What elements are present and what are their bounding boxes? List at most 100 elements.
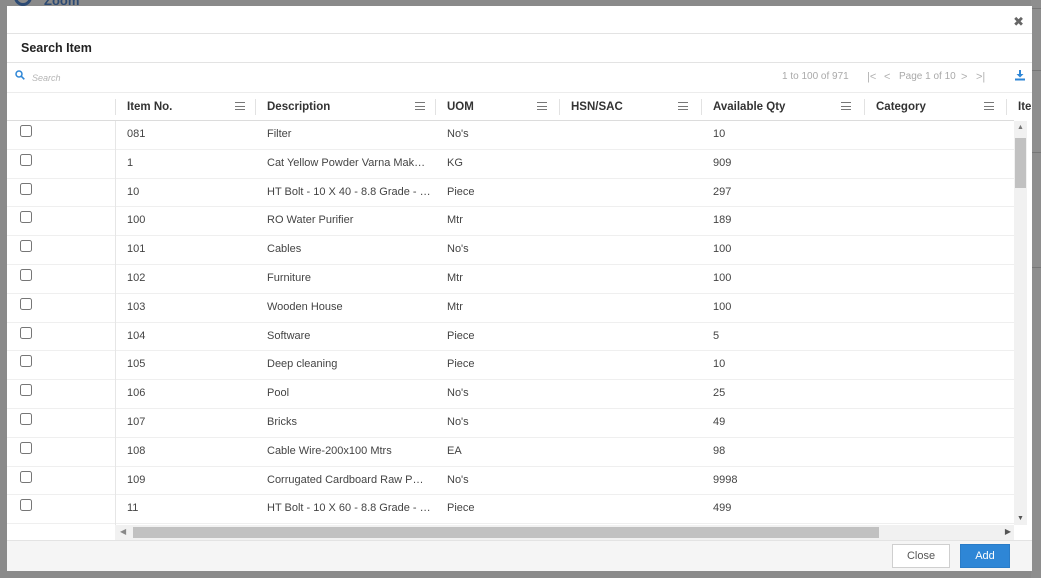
column-menu-icon[interactable] [235,102,245,110]
cell-uom: No's [447,415,469,428]
col-header-hsn-sac[interactable]: HSN/SAC [571,93,701,121]
cell-item-no: 1 [127,156,134,169]
cell-qty: 5 [713,329,720,342]
column-menu-icon[interactable] [537,102,547,110]
cell-description: HT Bolt - 10 X 60 - 8.8 Grade - … [267,502,431,515]
row-checkbox[interactable] [20,125,32,137]
close-button[interactable]: Close [892,544,950,568]
table-row[interactable]: 103 Wooden House Mtr 100 [7,294,1014,323]
row-checkbox[interactable] [20,297,32,310]
column-menu-icon[interactable] [678,102,688,110]
row-checkbox[interactable] [20,153,32,166]
cell-qty: 189 [713,214,732,227]
row-checkbox[interactable] [20,211,32,224]
cell-qty: 297 [713,185,732,198]
cell-description: Wooden House [267,300,343,313]
table-row[interactable]: 105 Deep cleaning Piece 10 [7,351,1014,381]
table-row[interactable]: 11 HT Bolt - 10 X 60 - 8.8 Grade - … Piece… [7,495,1014,525]
last-page-button[interactable]: >| [976,71,985,83]
row-checkbox[interactable] [20,182,32,195]
scroll-down-icon[interactable]: ▼ [1017,515,1024,522]
cell-item-no: 11 [127,502,139,515]
table-row[interactable]: 081 Filter No's 10 [7,121,1014,150]
cell-description: RO Water Purifier [267,214,354,227]
col-header-more[interactable]: Ite [1018,93,1032,121]
cell-description: Bricks [267,415,297,428]
table-row[interactable]: 1 Cat Yellow Powder Varna Mak… KG 909 [7,150,1014,179]
cell-item-no: 109 [127,473,146,486]
row-checkbox[interactable] [20,355,32,368]
vertical-scrollbar[interactable]: ▲ ▼ [1014,121,1027,525]
col-label: Category [876,101,926,113]
cell-description: Cables [267,243,302,256]
table-row[interactable]: 106 Pool No's 25 [7,380,1014,409]
column-menu-icon[interactable] [415,102,425,110]
horizontal-scroll-thumb[interactable] [133,527,879,538]
cell-item-no: 103 [127,300,146,313]
col-label: HSN/SAC [571,101,623,113]
cell-item-no: 105 [127,358,146,371]
table-row[interactable]: 100 RO Water Purifier Mtr 189 [7,207,1014,237]
cell-qty: 49 [713,415,726,428]
col-header-description[interactable]: Description [267,93,435,121]
scroll-right-icon[interactable]: ▶ [1005,527,1011,536]
search-item-dialog: ✖ Search Item 1 to 100 of 971 |< < Page … [7,6,1032,571]
cell-item-no: 101 [127,243,146,256]
close-icon[interactable]: ✖ [1013,14,1024,30]
cell-description: Cable Wire-200x100 Mtrs [267,444,392,457]
cell-qty: 98 [713,444,726,457]
vertical-scroll-thumb[interactable] [1015,138,1026,188]
scroll-up-icon[interactable]: ▲ [1017,124,1024,131]
first-page-button[interactable]: |< [867,71,876,83]
cell-qty: 9998 [713,473,738,486]
download-icon[interactable] [1014,69,1026,81]
cell-item-no: 106 [127,387,146,400]
grid-toolbar: 1 to 100 of 971 |< < Page 1 of 10 > >| [7,63,1032,93]
prev-page-button[interactable]: < [884,71,890,83]
next-page-button[interactable]: > [961,71,967,83]
search-input[interactable] [32,69,332,87]
table-row[interactable]: 104 Software Piece 5 [7,323,1014,352]
backdrop-panel [1031,0,1041,578]
cell-qty: 100 [713,243,732,256]
cell-qty: 100 [713,300,732,313]
items-grid: Item No. Description UOM HSN/SAC Availab… [7,93,1032,540]
cell-item-no: 107 [127,415,146,428]
table-row[interactable]: 108 Cable Wire-200x100 Mtrs EA 98 [7,438,1014,467]
horizontal-scrollbar[interactable]: ◀ ▶ [115,525,1014,540]
dialog-title: Search Item [21,41,92,55]
grid-body: 081 Filter No's 10 1 Cat Yellow Powder Varna … [7,121,1014,525]
dialog-topbar: ✖ [7,6,1032,34]
row-checkbox[interactable] [20,384,32,397]
cell-qty: 25 [713,387,726,400]
cell-uom: Piece [447,502,475,515]
cell-item-no: 10 [127,185,140,198]
col-header-uom[interactable]: UOM [447,93,559,121]
cell-uom: EA [447,444,462,457]
table-row[interactable]: 107 Bricks No's 49 [7,409,1014,438]
row-checkbox[interactable] [20,499,32,512]
cell-uom: Mtr [447,214,463,227]
scroll-left-icon[interactable]: ◀ [120,527,126,536]
row-checkbox[interactable] [20,441,32,454]
cell-qty: 10 [713,128,726,140]
row-checkbox[interactable] [20,268,32,281]
table-row[interactable]: 102 Furniture Mtr 100 [7,265,1014,294]
col-label: Description [267,101,331,113]
cell-qty: 10 [713,358,726,371]
column-menu-icon[interactable] [841,102,851,110]
table-row[interactable]: 10 HT Bolt - 10 X 40 - 8.8 Grade - … Piece… [7,179,1014,208]
row-checkbox[interactable] [20,412,32,425]
table-row[interactable]: 101 Cables No's 100 [7,236,1014,265]
row-checkbox[interactable] [20,470,32,483]
row-checkbox[interactable] [20,326,32,339]
col-header-available-qty[interactable]: Available Qty [713,93,863,121]
column-menu-icon[interactable] [984,102,994,110]
col-header-category[interactable]: Category [876,93,1006,121]
col-header-item-no[interactable]: Item No. [127,93,255,121]
grid-header: Item No. Description UOM HSN/SAC Availab… [7,93,1031,121]
table-row[interactable]: 109 Corrugated Cardboard Raw P… No's 9998 [7,467,1014,496]
add-button[interactable]: Add [960,544,1010,568]
row-checkbox[interactable] [20,240,32,253]
cell-item-no: 104 [127,329,146,342]
